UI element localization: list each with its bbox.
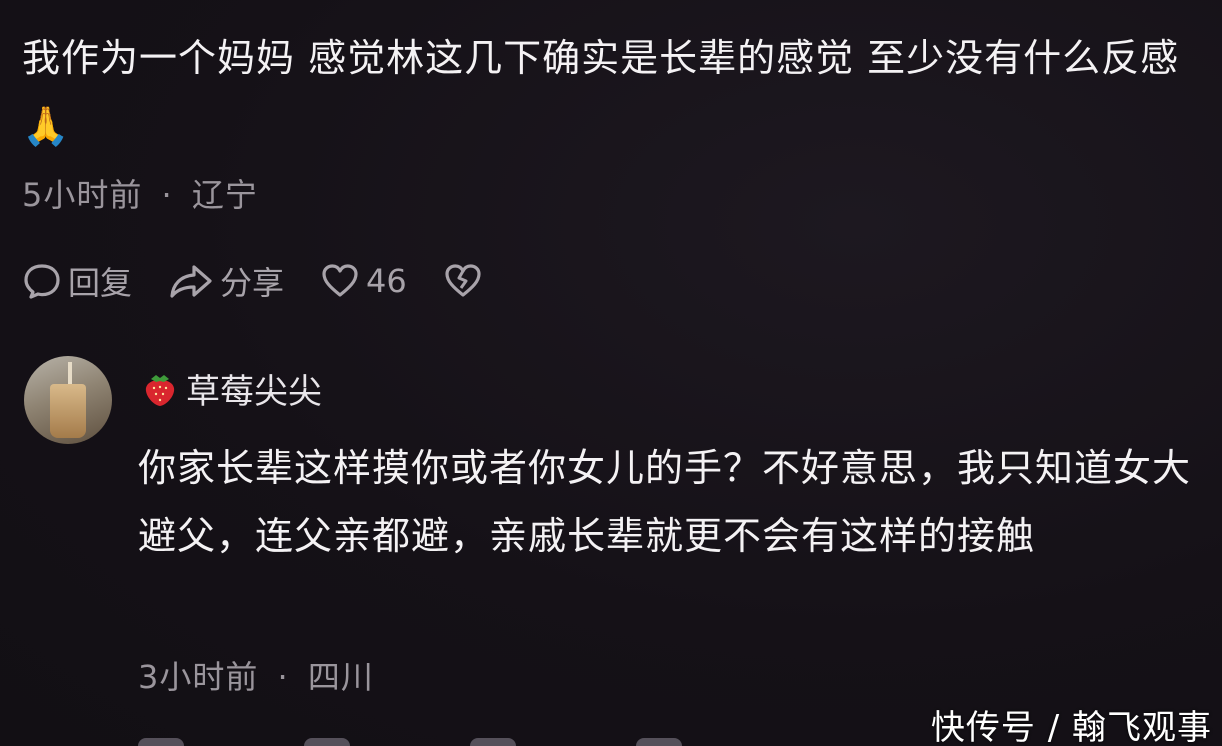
reply-username: 草莓尖尖: [186, 372, 322, 412]
reply-label: 回复: [68, 264, 133, 302]
reply-username-row[interactable]: 草莓尖尖: [142, 364, 322, 413]
like-count: 46: [366, 262, 407, 300]
reply-button[interactable]: 回复: [22, 258, 132, 304]
comment-time: 5小时前: [22, 176, 143, 214]
like-button[interactable]: 46: [320, 261, 407, 301]
avatar[interactable]: [24, 356, 112, 444]
heart-icon: [322, 264, 358, 297]
meta-separator: ·: [277, 658, 289, 696]
comment-bubble-icon: [24, 264, 60, 299]
share-button[interactable]: 分享: [168, 258, 284, 304]
reply-location: 四川: [307, 658, 374, 696]
reply-time: 3小时前: [138, 658, 259, 696]
strawberry-icon: [145, 374, 175, 406]
reply-text: 你家长辈这样摸你或者你女儿的手？不好意思，我只知道女大避父，连父亲都避，亲戚长辈…: [138, 446, 1192, 558]
watermark: 快传号 / 翰飞观事: [930, 708, 1212, 746]
comment-meta: 5小时前 · 辽宁: [22, 170, 258, 216]
reply-actions-cutoff: [138, 738, 682, 746]
broken-heart-icon: [445, 264, 481, 297]
comment-location: 辽宁: [191, 176, 258, 214]
meta-separator: ·: [161, 176, 173, 214]
reply-meta: 3小时前 · 四川: [138, 652, 374, 698]
comment-actions: 回复 分享 46: [22, 258, 525, 304]
dislike-button[interactable]: [443, 261, 489, 301]
share-arrow-icon: [170, 265, 212, 298]
comment-text: 我作为一个妈妈 感觉林这几下确实是长辈的感觉 至少没有什么反感 🙏: [22, 36, 1180, 148]
share-label: 分享: [220, 264, 285, 302]
